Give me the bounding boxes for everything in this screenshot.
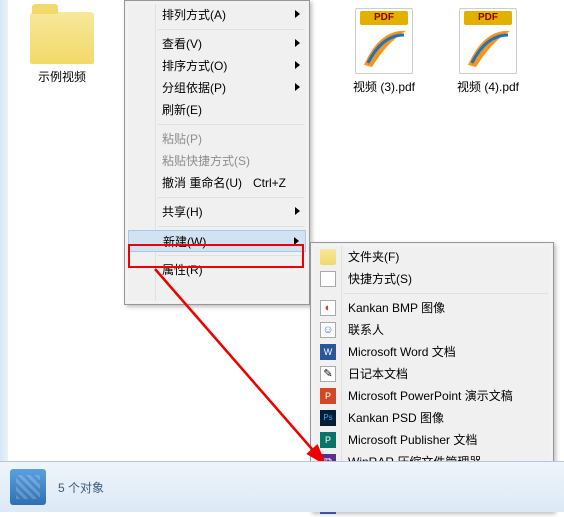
pdf-badge: PDF — [360, 11, 408, 25]
submenu-item-contact[interactable]: ☺ 联系人 — [314, 319, 550, 341]
explorer-left-edge — [0, 0, 8, 461]
menu-item-sort[interactable]: 排序方式(O) — [128, 55, 306, 77]
menu-label: 粘贴(P) — [162, 132, 202, 146]
menu-label: Microsoft Word 文档 — [348, 345, 456, 359]
menu-separator — [158, 29, 304, 30]
menu-label: 查看(V) — [162, 37, 202, 51]
submenu-item-word[interactable]: W Microsoft Word 文档 — [314, 341, 550, 363]
menu-label: 属性(R) — [162, 263, 203, 277]
word-icon: W — [320, 344, 336, 360]
menu-label: Microsoft PowerPoint 演示文稿 — [348, 389, 513, 403]
diary-icon: ✎ — [320, 366, 336, 382]
file-item-pdf-2[interactable]: PDF 视频 (4).pdf — [448, 8, 528, 95]
menu-separator — [158, 124, 304, 125]
submenu-item-bmp[interactable]: ◐ Kankan BMP 图像 — [314, 297, 550, 319]
submenu-arrow-icon — [295, 39, 300, 47]
menu-item-undo[interactable]: 撤消 重命名(U) Ctrl+Z — [128, 172, 306, 194]
publisher-icon: P — [320, 432, 336, 448]
menu-label: 刷新(E) — [162, 103, 202, 117]
menu-item-view[interactable]: 查看(V) — [128, 33, 306, 55]
submenu-arrow-icon — [295, 61, 300, 69]
submenu-item-diary[interactable]: ✎ 日记本文档 — [314, 363, 550, 385]
status-bar: 5 个对象 — [0, 461, 564, 512]
menu-label: 排列方式(A) — [162, 8, 226, 22]
menu-separator — [344, 293, 548, 294]
menu-label: 撤消 重命名(U) — [162, 176, 242, 190]
submenu-item-pub[interactable]: P Microsoft Publisher 文档 — [314, 429, 550, 451]
menu-item-group[interactable]: 分组依据(P) — [128, 77, 306, 99]
submenu-item-psd[interactable]: Ps Kankan PSD 图像 — [314, 407, 550, 429]
menu-separator — [158, 255, 304, 256]
menu-label: Kankan BMP 图像 — [348, 301, 445, 315]
file-item-pdf-1[interactable]: PDF 视频 (3).pdf — [344, 8, 424, 95]
submenu-item-shortcut[interactable]: 快捷方式(S) — [314, 268, 550, 290]
submenu-arrow-icon — [295, 10, 300, 18]
menu-label: 共享(H) — [162, 205, 203, 219]
submenu-arrow-icon — [294, 237, 299, 245]
menu-item-share[interactable]: 共享(H) — [128, 201, 306, 223]
statusbar-text: 5 个对象 — [58, 479, 104, 496]
submenu-item-ppt[interactable]: P Microsoft PowerPoint 演示文稿 — [314, 385, 550, 407]
menu-label: 文件夹(F) — [348, 250, 399, 264]
menu-separator — [158, 226, 304, 227]
file-label: 视频 (4).pdf — [457, 78, 519, 95]
folder-icon — [320, 249, 336, 265]
menu-item-refresh[interactable]: 刷新(E) — [128, 99, 306, 121]
menu-label: 联系人 — [348, 323, 384, 337]
menu-item-properties[interactable]: 属性(R) — [128, 259, 306, 281]
menu-label: 排序方式(O) — [162, 59, 227, 73]
ppt-icon: P — [320, 388, 336, 404]
bmp-icon: ◐ — [320, 300, 336, 316]
menu-label: 分组依据(P) — [162, 81, 226, 95]
menu-label: Microsoft Publisher 文档 — [348, 433, 477, 447]
folder-label: 示例视频 — [38, 68, 86, 85]
submenu-arrow-icon — [295, 83, 300, 91]
menu-item-paste-shortcut: 粘贴快捷方式(S) — [128, 150, 306, 172]
statusbar-icon — [10, 469, 46, 505]
menu-label: 日记本文档 — [348, 367, 408, 381]
psd-icon: Ps — [320, 410, 336, 426]
menu-label: 新建(W) — [163, 235, 206, 249]
menu-item-paste: 粘贴(P) — [128, 128, 306, 150]
submenu-item-folder[interactable]: 文件夹(F) — [314, 246, 550, 268]
folder-item[interactable]: 示例视频 — [22, 12, 102, 85]
menu-item-arrange[interactable]: 排列方式(A) — [128, 4, 306, 26]
menu-shortcut: Ctrl+Z — [253, 172, 286, 194]
pdf-icon: PDF — [459, 8, 517, 74]
folder-icon — [30, 12, 94, 64]
pdf-badge: PDF — [464, 11, 512, 25]
pdf-icon: PDF — [355, 8, 413, 74]
menu-label: 快捷方式(S) — [348, 272, 412, 286]
shortcut-icon — [320, 271, 336, 287]
contact-icon: ☺ — [320, 322, 336, 338]
context-menu: 排列方式(A) 查看(V) 排序方式(O) 分组依据(P) 刷新(E) 粘贴(P… — [124, 0, 310, 305]
menu-item-new[interactable]: 新建(W) — [128, 230, 306, 252]
menu-label: Kankan PSD 图像 — [348, 411, 444, 425]
file-label: 视频 (3).pdf — [353, 78, 415, 95]
menu-separator — [158, 197, 304, 198]
menu-label: 粘贴快捷方式(S) — [162, 154, 250, 168]
submenu-arrow-icon — [295, 207, 300, 215]
